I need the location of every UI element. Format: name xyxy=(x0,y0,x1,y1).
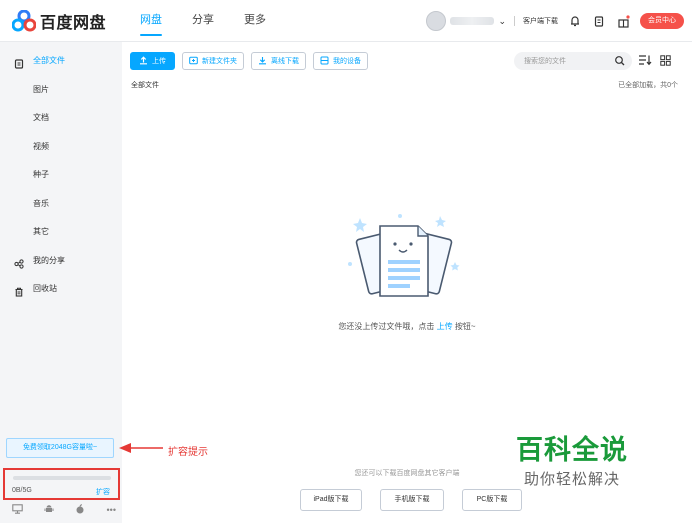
device-icon xyxy=(320,56,329,67)
mobile-download-button[interactable]: 手机版下载 xyxy=(380,489,444,511)
sidebar-item-label: 种子 xyxy=(33,170,49,179)
nav-tab-more[interactable]: 更多 xyxy=(244,0,266,42)
ipad-download-button[interactable]: iPad版下载 xyxy=(300,489,362,511)
sidebar-item-torrents[interactable]: 种子 xyxy=(0,164,122,186)
upload-button[interactable]: 上传 xyxy=(130,52,175,70)
download-icon xyxy=(258,56,267,67)
sidebar-item-label: 图片 xyxy=(33,85,49,94)
apple-icon[interactable] xyxy=(75,504,85,516)
free-capacity-button[interactable]: 免费领取2048G容量啦~ xyxy=(6,438,114,458)
file-icon xyxy=(14,56,24,69)
chevron-down-icon[interactable]: ⌄ xyxy=(498,16,506,27)
divider xyxy=(514,16,515,26)
empty-state-message: 您还没上传过文件哦，点击 上传 按钮~ xyxy=(122,321,692,332)
grid-view-icon[interactable] xyxy=(660,54,671,68)
new-folder-label: 新建文件夹 xyxy=(202,58,237,65)
android-icon[interactable] xyxy=(44,504,54,516)
username-blurred[interactable] xyxy=(450,17,495,25)
search-icon[interactable] xyxy=(614,55,626,67)
sidebar-item-label: 其它 xyxy=(33,227,49,236)
upload-icon xyxy=(139,55,148,67)
client-download-link[interactable]: 客户端下载 xyxy=(523,16,558,26)
sidebar-item-documents[interactable]: 文档 xyxy=(0,107,122,129)
my-devices-label: 我的设备 xyxy=(333,58,361,65)
my-devices-button[interactable]: 我的设备 xyxy=(313,52,368,70)
loaded-status: 已全部加载，共0个 xyxy=(618,82,678,89)
sidebar-item-label: 视频 xyxy=(33,142,49,151)
quota-progress-bar xyxy=(13,476,111,480)
annotation-arrow xyxy=(119,443,163,453)
offline-download-button[interactable]: 离线下载 xyxy=(251,52,306,70)
watermark-title: 百科全说 xyxy=(516,435,628,466)
avatar[interactable] xyxy=(426,11,447,31)
sidebar-item-label: 我的分享 xyxy=(33,256,65,265)
sidebar-item-label: 回收站 xyxy=(33,284,57,293)
search-input[interactable]: 搜索您的文件 xyxy=(524,56,566,66)
more-dots-icon[interactable]: ••• xyxy=(107,505,116,515)
search-box[interactable]: 搜索您的文件 xyxy=(514,52,632,70)
empty-message-prefix: 您还没上传过文件哦，点击 xyxy=(338,322,435,331)
new-folder-button[interactable]: 新建文件夹 xyxy=(182,52,244,70)
clipboard-icon[interactable] xyxy=(592,14,606,28)
sidebar-item-other[interactable]: 其它 xyxy=(0,221,122,243)
new-folder-icon xyxy=(189,56,198,67)
desktop-icon[interactable] xyxy=(12,504,23,516)
nav-tab-share[interactable]: 分享 xyxy=(192,0,214,42)
trash-icon xyxy=(14,284,24,297)
sidebar-item-recycle-bin[interactable]: 回收站 xyxy=(0,278,122,300)
expand-capacity-link[interactable]: 扩容 xyxy=(96,487,110,497)
annotation-label: 扩容提示 xyxy=(168,447,208,458)
device-links: ••• xyxy=(12,504,116,516)
empty-message-suffix: 按钮~ xyxy=(454,322,476,331)
breadcrumb: 全部文件 xyxy=(131,82,159,89)
pc-download-button[interactable]: PC版下载 xyxy=(462,489,522,511)
sidebar-item-label: 音乐 xyxy=(33,199,49,208)
sidebar-item-videos[interactable]: 视频 xyxy=(0,136,122,158)
nav-tab-netdisk[interactable]: 网盘 xyxy=(140,0,162,42)
sidebar-item-label: 文档 xyxy=(33,113,49,122)
toolbar: 上传 新建文件夹 离线下载 我的设备 xyxy=(130,52,375,70)
sidebar-item-music[interactable]: 音乐 xyxy=(0,193,122,215)
baidu-cloud-logo-icon xyxy=(11,9,37,32)
sidebar: 全部文件 图片 文档 视频 种子 音乐 其它 我的分享 回收站 免费领取2048… xyxy=(0,42,122,523)
upload-label: 上传 xyxy=(152,58,166,65)
client-download-buttons: iPad版下载 手机版下载 PC版下载 xyxy=(300,489,540,511)
top-bar: 百度网盘 网盘 分享 更多 ⌄ 客户端下载 会员中心 xyxy=(0,0,692,42)
quota-panel: 0B/5G 扩容 xyxy=(3,468,120,500)
watermark-subtitle: 助你轻松解决 xyxy=(524,470,621,488)
gift-icon[interactable] xyxy=(616,14,630,28)
quota-text: 0B/5G xyxy=(12,487,32,494)
sidebar-item-images[interactable]: 图片 xyxy=(0,79,122,101)
sidebar-item-all-files[interactable]: 全部文件 xyxy=(0,50,122,72)
share-icon xyxy=(14,256,24,269)
top-right-area: ⌄ 客户端下载 会员中心 xyxy=(426,0,684,42)
offline-download-label: 离线下载 xyxy=(271,58,299,65)
logo-text: 百度网盘 xyxy=(40,13,107,32)
sort-icon[interactable] xyxy=(638,54,652,68)
sidebar-item-label: 全部文件 xyxy=(33,56,65,65)
view-controls xyxy=(638,53,671,69)
logo[interactable]: 百度网盘 xyxy=(11,9,107,32)
bell-icon[interactable] xyxy=(568,14,582,28)
main-nav: 网盘 分享 更多 xyxy=(140,0,296,42)
empty-state-illustration xyxy=(340,204,470,304)
empty-upload-link[interactable]: 上传 xyxy=(437,322,453,331)
member-center-button[interactable]: 会员中心 xyxy=(640,13,684,29)
sidebar-item-my-shares[interactable]: 我的分享 xyxy=(0,250,122,272)
